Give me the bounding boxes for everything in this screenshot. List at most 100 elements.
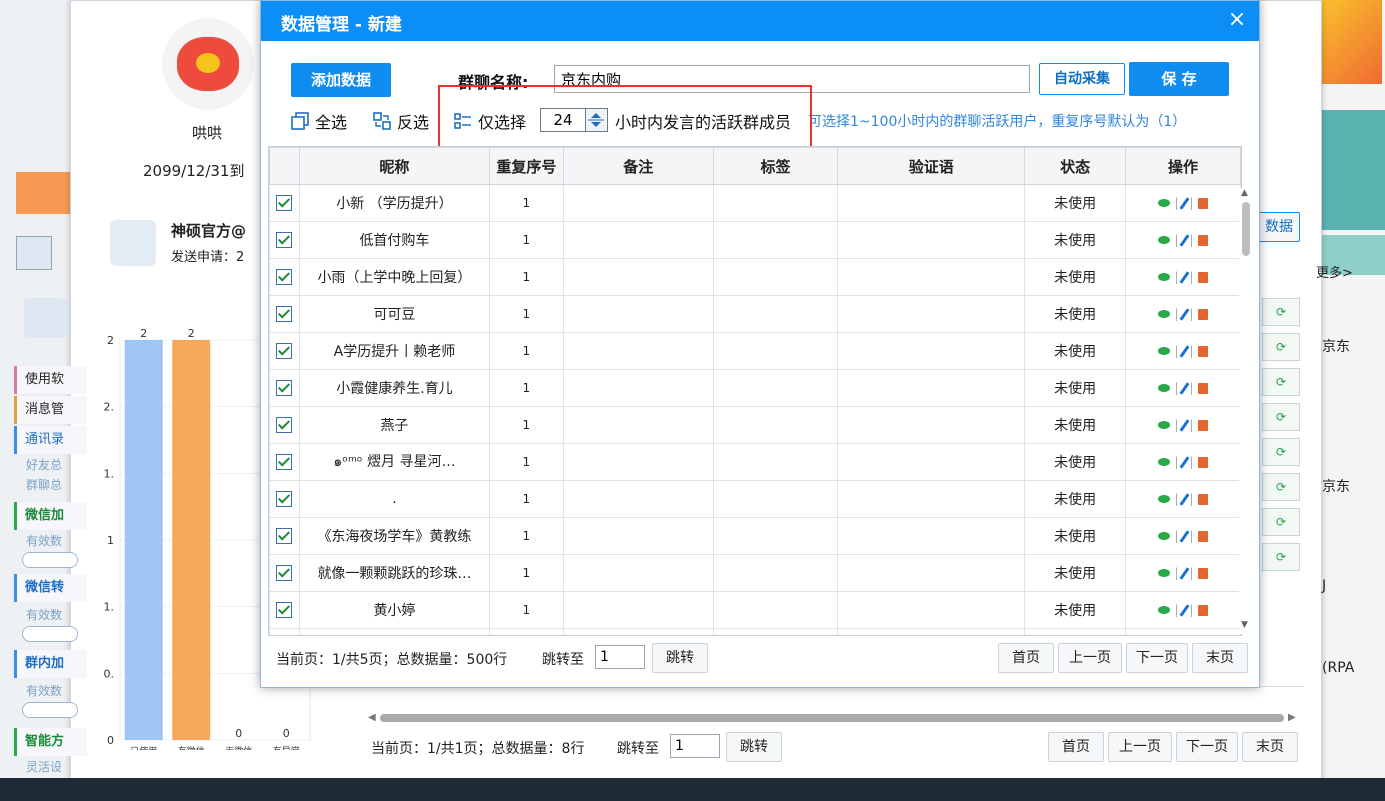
view-icon[interactable]: [1158, 273, 1171, 281]
robot-icon[interactable]: [16, 236, 52, 270]
column-header-remark[interactable]: 备注: [562, 147, 714, 185]
checkbox-checked-icon[interactable]: [276, 565, 293, 581]
go-button[interactable]: 跳转: [652, 643, 708, 673]
row-checkbox-cell[interactable]: [269, 480, 300, 518]
table-row[interactable]: ๑ᵒᵐᵒ 熤月 寻星河… 1 未使用 | |: [269, 443, 1241, 481]
table-row[interactable]: 小霞健康养生.育儿 1 未使用 | |: [269, 369, 1241, 407]
bg-jump-input[interactable]: [670, 734, 720, 758]
checkbox-checked-icon[interactable]: [276, 417, 293, 433]
first-page-button[interactable]: 首页: [998, 643, 1054, 673]
bg-go-button[interactable]: 跳转: [726, 732, 782, 762]
view-icon[interactable]: [1158, 495, 1171, 503]
close-icon[interactable]: ×: [1223, 6, 1251, 34]
edit-icon[interactable]: [1179, 529, 1189, 543]
bg-row-action-icon[interactable]: ⟳: [1262, 438, 1300, 466]
edit-icon[interactable]: [1179, 344, 1189, 358]
table-row[interactable]: A学历提升丨赖老师 1 未使用 | |: [269, 332, 1241, 370]
scroll-up-icon[interactable]: ▲: [1241, 188, 1248, 198]
checkbox-checked-icon[interactable]: [276, 306, 293, 322]
column-header-verify[interactable]: 验证语: [837, 147, 1026, 185]
next-page-button[interactable]: 下一页: [1126, 643, 1188, 673]
view-icon[interactable]: [1158, 199, 1171, 207]
row-checkbox-cell[interactable]: [269, 517, 300, 555]
column-header-nickname[interactable]: 昵称: [298, 147, 490, 185]
delete-icon[interactable]: [1197, 382, 1208, 394]
scroll-thumb[interactable]: [380, 714, 1284, 722]
edit-icon[interactable]: [1179, 418, 1189, 432]
delete-icon[interactable]: [1197, 419, 1208, 431]
delete-icon[interactable]: [1197, 271, 1208, 283]
sidebar-item-wechat-add[interactable]: 微信加: [14, 502, 87, 530]
checkbox-checked-icon[interactable]: [276, 380, 293, 396]
view-icon[interactable]: [1158, 384, 1171, 392]
delete-icon[interactable]: [1197, 493, 1208, 505]
bg-row-action-icon[interactable]: ⟳: [1262, 508, 1300, 536]
row-checkbox-cell[interactable]: [269, 628, 300, 635]
table-row[interactable]: 燕子 1 未使用 | |: [269, 406, 1241, 444]
delete-icon[interactable]: [1197, 604, 1208, 616]
scroll-thumb[interactable]: [1242, 202, 1250, 256]
save-button[interactable]: 保 存: [1129, 62, 1229, 96]
bg-row-action-icon[interactable]: ⟳: [1262, 368, 1300, 396]
sidebar-item-messages[interactable]: 消息管: [14, 396, 87, 424]
delete-icon[interactable]: [1197, 456, 1208, 468]
table-row[interactable]: . 1 未使用 | |: [269, 480, 1241, 518]
table-row[interactable]: 时间1 未使用||: [269, 628, 1241, 635]
prev-page-button[interactable]: 上一页: [1058, 643, 1122, 673]
edit-icon[interactable]: [1179, 566, 1189, 580]
checkbox-checked-icon[interactable]: [276, 491, 293, 507]
bg-last-page-button[interactable]: 末页: [1242, 732, 1298, 762]
checkbox-checked-icon[interactable]: [276, 343, 293, 359]
checkbox-checked-icon[interactable]: [276, 454, 293, 470]
bg-row-action-icon[interactable]: ⟳: [1262, 403, 1300, 431]
delete-icon[interactable]: [1197, 567, 1208, 579]
table-row[interactable]: 可可豆 1 未使用 | |: [269, 295, 1241, 333]
bg-row-action-icon[interactable]: ⟳: [1262, 543, 1300, 571]
profile-avatar[interactable]: [162, 18, 254, 110]
view-icon[interactable]: [1158, 236, 1171, 244]
table-row[interactable]: 黄小婷 1 未使用 | |: [269, 591, 1241, 629]
delete-icon[interactable]: [1197, 308, 1208, 320]
bg-data-button[interactable]: 数据: [1258, 212, 1300, 242]
row-checkbox-cell[interactable]: [269, 591, 300, 629]
column-header-status[interactable]: 状态: [1024, 147, 1127, 185]
delete-icon[interactable]: [1197, 197, 1208, 209]
row-checkbox-cell[interactable]: [269, 221, 300, 259]
view-icon[interactable]: [1158, 347, 1171, 355]
robot-icon[interactable]: [24, 298, 66, 338]
checkbox-checked-icon[interactable]: [276, 602, 293, 618]
row-checkbox-cell[interactable]: [269, 332, 300, 370]
row-checkbox-cell[interactable]: [269, 184, 300, 222]
column-header-seq[interactable]: 重复序号: [488, 147, 564, 185]
bg-first-page-button[interactable]: 首页: [1048, 732, 1104, 762]
sidebar-item-usage[interactable]: 使用软: [14, 366, 87, 394]
row-checkbox-cell[interactable]: [269, 443, 300, 481]
table-row[interactable]: 小雨（上学中晚上回复） 1 未使用 | |: [269, 258, 1241, 296]
last-page-button[interactable]: 末页: [1192, 643, 1248, 673]
checkbox-checked-icon[interactable]: [276, 528, 293, 544]
jump-input[interactable]: [595, 645, 645, 669]
scroll-right-icon[interactable]: ▶: [1288, 712, 1296, 723]
table-row[interactable]: 小新 （学历提升） 1 未使用 | |: [269, 184, 1241, 222]
horizontal-scrollbar[interactable]: ◀ ▶: [368, 712, 1298, 724]
invert-selection-button[interactable]: 反选: [373, 109, 429, 133]
sidebar-item-smart[interactable]: 智能方: [14, 728, 87, 756]
row-checkbox-cell[interactable]: [269, 554, 300, 592]
column-header-tag[interactable]: 标签: [712, 147, 839, 185]
delete-icon[interactable]: [1197, 345, 1208, 357]
sidebar-item-group-add[interactable]: 群内加: [14, 650, 87, 678]
edit-icon[interactable]: [1179, 270, 1189, 284]
row-checkbox-cell[interactable]: [269, 258, 300, 296]
add-data-button[interactable]: 添加数据: [291, 63, 391, 97]
view-icon[interactable]: [1158, 606, 1171, 614]
bg-row-action-icon[interactable]: ⟳: [1262, 333, 1300, 361]
edit-icon[interactable]: [1179, 603, 1189, 617]
edit-icon[interactable]: [1179, 455, 1189, 469]
sidebar-item-contacts[interactable]: 通讯录: [14, 426, 87, 454]
view-icon[interactable]: [1158, 532, 1171, 540]
view-icon[interactable]: [1158, 569, 1171, 577]
vertical-scrollbar[interactable]: ▲ ▼: [1239, 188, 1253, 634]
row-checkbox-cell[interactable]: [269, 406, 300, 444]
edit-icon[interactable]: [1179, 381, 1189, 395]
view-icon[interactable]: [1158, 310, 1171, 318]
